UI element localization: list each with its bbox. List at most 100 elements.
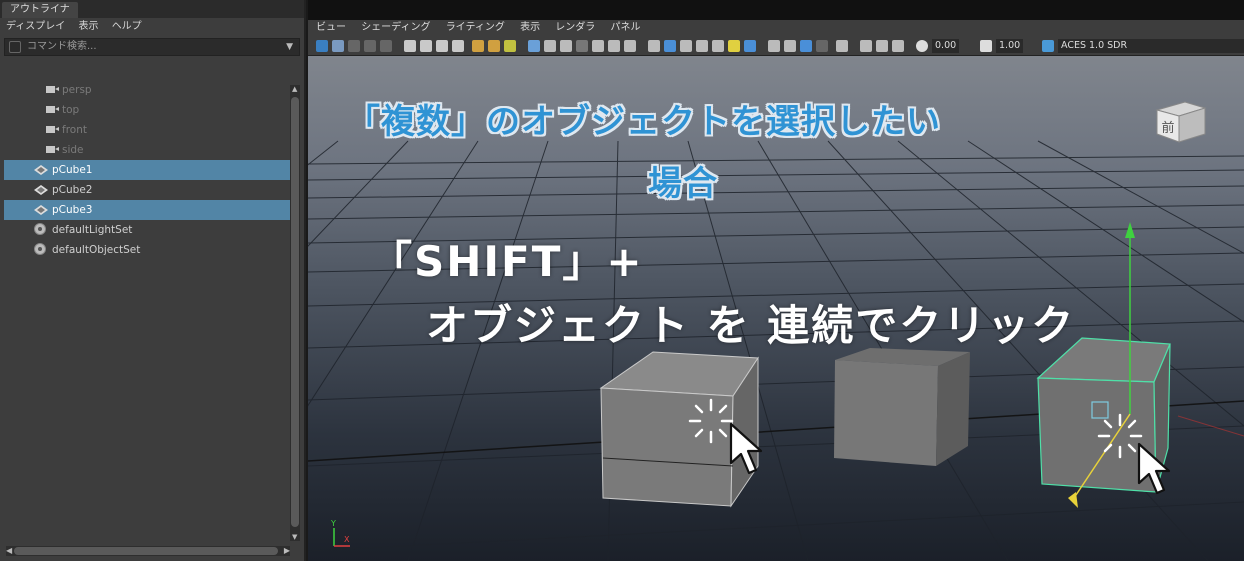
vertical-scrollbar[interactable]: ▲ ▼: [290, 85, 300, 541]
caption-line2: 場合: [648, 164, 718, 204]
mouse-cursor-icon: [729, 422, 763, 475]
scroll-up-icon[interactable]: ▲: [292, 85, 297, 93]
set-icon: [34, 223, 46, 235]
search-placeholder: コマンド検索...: [27, 41, 97, 52]
gate-mask-icon[interactable]: [472, 40, 484, 52]
mesh-icon: [34, 185, 48, 195]
list-item[interactable]: side: [4, 140, 290, 160]
menu-shading[interactable]: シェーディング: [361, 22, 430, 33]
2d-pan-icon[interactable]: [380, 40, 392, 52]
camera-icon: [46, 126, 59, 133]
scroll-down-icon[interactable]: ▼: [292, 533, 297, 541]
snapshot-icon[interactable]: [860, 40, 872, 52]
bounding-box-icon[interactable]: [576, 40, 588, 52]
set-icon: [34, 243, 46, 255]
gamma-icon[interactable]: [980, 40, 992, 52]
menu-renderer[interactable]: レンダラ: [555, 22, 595, 33]
list-item[interactable]: defaultObjectSet: [4, 240, 290, 260]
3d-viewport-canvas[interactable]: 前 「複数」のオブジェクトを選択したい 場合 「SHIFT」+ オブジェクト を…: [308, 56, 1244, 561]
backface-icon[interactable]: [800, 40, 812, 52]
resolution-gate-icon[interactable]: [452, 40, 464, 52]
playblast-icon[interactable]: [876, 40, 888, 52]
list-item[interactable]: persp: [4, 80, 290, 100]
command-search-input[interactable]: コマンド検索... ▼: [4, 38, 300, 56]
image-plane-icon[interactable]: [364, 40, 376, 52]
camera-icon: [46, 86, 59, 93]
search-icon: [9, 41, 21, 53]
xray-active-icon[interactable]: [784, 40, 796, 52]
antialias-icon[interactable]: [712, 40, 724, 52]
manip-y-arrow: [1125, 222, 1135, 238]
outliner-tabbar: アウトライナ: [0, 0, 304, 18]
textures-icon[interactable]: [624, 40, 636, 52]
caption-line4: オブジェクト を 連続でクリック: [426, 301, 1076, 350]
panel-layout-icon[interactable]: [892, 40, 904, 52]
camera-attrs-icon[interactable]: [420, 40, 432, 52]
scroll-left-icon[interactable]: ◀: [6, 546, 12, 556]
view-cube[interactable]: 前: [1153, 96, 1213, 146]
list-item[interactable]: front: [4, 120, 290, 140]
safe-action-icon[interactable]: [504, 40, 516, 52]
select-icon[interactable]: [836, 40, 848, 52]
scrollbar-thumb[interactable]: [14, 547, 278, 555]
viewport-toolbar: 0.00 1.00 ACES 1.0 SDR: [308, 36, 1244, 56]
list-item[interactable]: defaultLightSet: [4, 220, 290, 240]
caption-line3: 「SHIFT」+: [370, 237, 644, 286]
cube-pcube2[interactable]: [830, 346, 975, 471]
menu-show[interactable]: 表示: [520, 22, 540, 33]
use-default-material-icon[interactable]: [816, 40, 828, 52]
hud-icon[interactable]: [744, 40, 756, 52]
menu-panels[interactable]: パネル: [610, 22, 640, 33]
mouse-cursor-icon: [1137, 442, 1171, 495]
field-chart-icon[interactable]: [488, 40, 500, 52]
lock-camera-icon[interactable]: [332, 40, 344, 52]
depth-of-field-icon[interactable]: [728, 40, 740, 52]
outliner-tab[interactable]: アウトライナ: [2, 2, 78, 18]
chevron-down-icon[interactable]: ▼: [286, 39, 293, 55]
viewport-top-strip: [308, 0, 1244, 20]
list-item[interactable]: top: [4, 100, 290, 120]
view-cube-front-label: 前: [1161, 120, 1174, 136]
camera-icon: [46, 146, 59, 153]
view-transform-select[interactable]: ACES 1.0 SDR: [1058, 39, 1244, 53]
isolate-select-icon[interactable]: [608, 40, 620, 52]
menu-view[interactable]: ビュー: [316, 22, 346, 33]
list-item-selected[interactable]: pCube1: [4, 160, 290, 180]
menu-display[interactable]: ディスプレイ: [6, 21, 65, 32]
grease-pencil-icon[interactable]: [404, 40, 416, 52]
film-gate-icon[interactable]: [436, 40, 448, 52]
scroll-right-icon[interactable]: ▶: [284, 546, 290, 556]
exposure-field[interactable]: 0.00: [932, 39, 960, 53]
camera-icon: [46, 106, 59, 113]
shadows-icon[interactable]: [664, 40, 676, 52]
exposure-icon[interactable]: [916, 40, 928, 52]
list-item-selected[interactable]: pCube3: [4, 200, 290, 220]
xray-joints-icon[interactable]: [768, 40, 780, 52]
outliner-list: persp top front side pCube1 pCube2 pCube…: [4, 80, 290, 260]
xray-icon[interactable]: [592, 40, 604, 52]
axis-x-label: X: [344, 535, 350, 544]
scrollbar-thumb[interactable]: [291, 97, 299, 527]
menu-help[interactable]: ヘルプ: [112, 21, 142, 32]
outliner-menubar: ディスプレイ 表示 ヘルプ: [0, 18, 304, 36]
menu-lighting[interactable]: ライティング: [446, 22, 505, 33]
outliner-panel: アウトライナ ディスプレイ 表示 ヘルプ コマンド検索... ▼ persp t…: [0, 0, 306, 561]
motion-blur-icon[interactable]: [696, 40, 708, 52]
lights-icon[interactable]: [648, 40, 660, 52]
bookmark-icon[interactable]: [348, 40, 360, 52]
wireframe-icon[interactable]: [544, 40, 556, 52]
select-camera-icon[interactable]: [316, 40, 328, 52]
list-item[interactable]: pCube2: [4, 180, 290, 200]
horizontal-scrollbar[interactable]: ◀ ▶: [6, 546, 290, 556]
ambient-occlusion-icon[interactable]: [680, 40, 692, 52]
viewport-panel: ビュー シェーディング ライティング 表示 レンダラ パネル 0.00 1.00…: [308, 0, 1244, 561]
axis-indicator: Y X: [330, 519, 350, 547]
smooth-shade-icon[interactable]: [560, 40, 572, 52]
grid-toggle-icon[interactable]: [528, 40, 540, 52]
mesh-icon: [34, 205, 48, 215]
viewport-menubar: ビュー シェーディング ライティング 表示 レンダラ パネル: [308, 20, 1244, 36]
mesh-icon: [34, 165, 48, 175]
menu-show[interactable]: 表示: [79, 21, 99, 32]
gamma-field[interactable]: 1.00: [996, 39, 1024, 53]
color-management-icon[interactable]: [1042, 40, 1054, 52]
